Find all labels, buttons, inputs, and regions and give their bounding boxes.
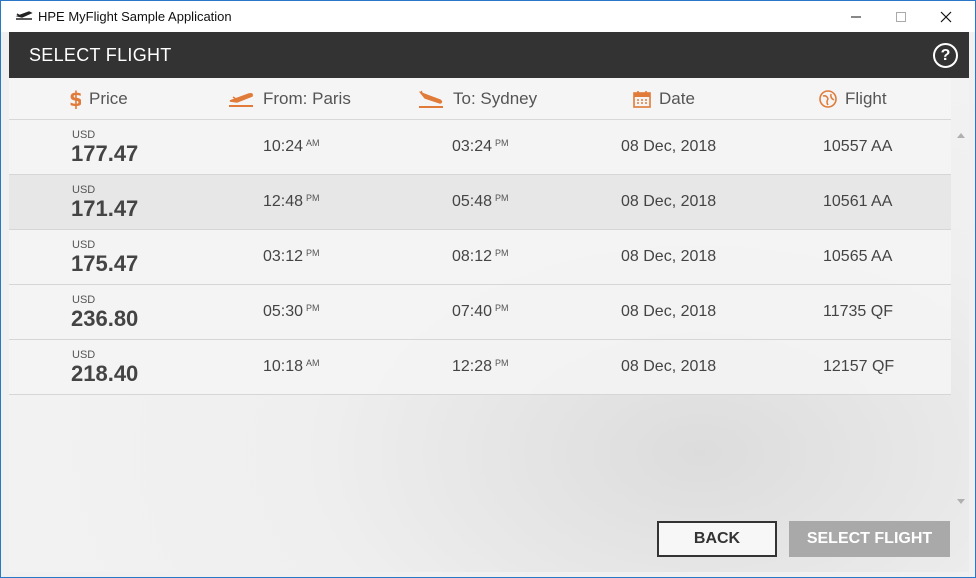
flight-list: USD 177.47 10:24 AM 03:24 PM 08 Dec, 2018 … — [9, 120, 951, 395]
arrival-time: 08:12 PM — [452, 248, 509, 265]
window-title: HPE MyFlight Sample Application — [38, 9, 232, 24]
departure-time: 10:24 AM — [263, 138, 320, 155]
page-title: SELECT FLIGHT — [29, 45, 172, 65]
column-header-date[interactable]: Date — [633, 78, 695, 120]
flight-date: 08 Dec, 2018 — [621, 138, 717, 155]
close-icon — [940, 11, 952, 22]
flight-row[interactable]: USD 177.47 10:24 AM 03:24 PM 08 Dec, 2018 … — [9, 120, 951, 175]
price-value: 236.80 — [71, 306, 139, 331]
app-window: HPE MyFlight Sample Application SELECT F… — [0, 0, 976, 578]
help-button[interactable]: ? — [933, 43, 958, 68]
landing-icon — [417, 90, 445, 108]
flight-number: 10565 AA — [823, 248, 893, 265]
maximize-icon — [896, 11, 906, 22]
column-header-from-label: From: Paris — [263, 89, 351, 108]
price-currency: USD — [72, 294, 96, 306]
minimize-button[interactable] — [833, 1, 879, 32]
price-value: 177.47 — [71, 141, 139, 166]
flight-row[interactable]: USD 175.47 03:12 PM 08:12 PM 08 Dec, 2018 … — [9, 230, 951, 285]
flight-row[interactable]: USD 171.47 12:48 PM 05:48 PM 08 Dec, 2018 … — [9, 175, 951, 230]
calendar-icon — [633, 90, 651, 108]
flight-number: 12157 QF — [823, 358, 895, 375]
column-header-from[interactable]: From: Paris — [227, 78, 351, 120]
column-header-to-label: To: Sydney — [453, 89, 538, 108]
flight-date: 08 Dec, 2018 — [621, 303, 717, 320]
price-value: 175.47 — [71, 251, 139, 276]
price-value: 171.47 — [71, 196, 139, 221]
flight-date: 08 Dec, 2018 — [621, 193, 717, 210]
price-currency: USD — [72, 184, 96, 196]
column-headers: $ Price From: Paris To: Sydney Date Flig… — [9, 78, 951, 120]
departure-time: 12:48 PM — [263, 193, 320, 210]
airplane-icon — [15, 9, 33, 23]
flight-number: 10561 AA — [823, 193, 893, 210]
close-button[interactable] — [923, 1, 969, 32]
scroll-up-arrow-icon[interactable] — [957, 126, 965, 138]
departure-time: 03:12 PM — [263, 248, 320, 265]
arrival-time: 03:24 PM — [452, 138, 509, 155]
price-currency: USD — [72, 129, 96, 141]
flight-number: 11735 QF — [823, 303, 893, 320]
back-button[interactable]: BACK — [657, 521, 777, 557]
departure-time: 10:18 AM — [263, 358, 320, 375]
select-flight-button[interactable]: SELECT FLIGHT — [789, 521, 950, 557]
price-value: 218.40 — [71, 361, 139, 386]
flight-number: 10557 AA — [823, 138, 893, 155]
flight-date: 08 Dec, 2018 — [621, 248, 717, 265]
arrival-time: 07:40 PM — [452, 303, 509, 320]
main-content: SELECT FLIGHT ? $ Price From: Paris To: … — [9, 32, 969, 572]
flight-row[interactable]: USD 218.40 10:18 AM 12:28 PM 08 Dec, 2018 … — [9, 340, 951, 395]
column-header-price-label: Price — [89, 89, 128, 108]
dollar-icon: $ — [69, 89, 81, 109]
minimize-icon — [851, 16, 861, 17]
arrival-time: 12:28 PM — [452, 358, 509, 375]
price-currency: USD — [72, 349, 96, 361]
column-header-flight-label: Flight — [845, 89, 887, 108]
takeoff-icon — [227, 91, 255, 107]
column-header-date-label: Date — [659, 89, 695, 108]
maximize-button[interactable] — [878, 1, 924, 32]
title-bar: HPE MyFlight Sample Application — [1, 1, 975, 32]
scroll-down-arrow-icon[interactable] — [957, 493, 965, 504]
arrival-time: 05:48 PM — [452, 193, 509, 210]
column-header-flight[interactable]: Flight — [819, 78, 887, 120]
flight-row[interactable]: USD 236.80 05:30 PM 07:40 PM 08 Dec, 2018 … — [9, 285, 951, 340]
svg-text:$: $ — [69, 89, 81, 109]
departure-time: 05:30 PM — [263, 303, 320, 320]
flight-date: 08 Dec, 2018 — [621, 358, 717, 375]
price-currency: USD — [72, 239, 96, 251]
column-header-price[interactable]: $ Price — [69, 78, 128, 120]
column-header-to[interactable]: To: Sydney — [417, 78, 537, 120]
globe-icon — [819, 90, 837, 108]
page-header: SELECT FLIGHT ? — [9, 32, 969, 78]
